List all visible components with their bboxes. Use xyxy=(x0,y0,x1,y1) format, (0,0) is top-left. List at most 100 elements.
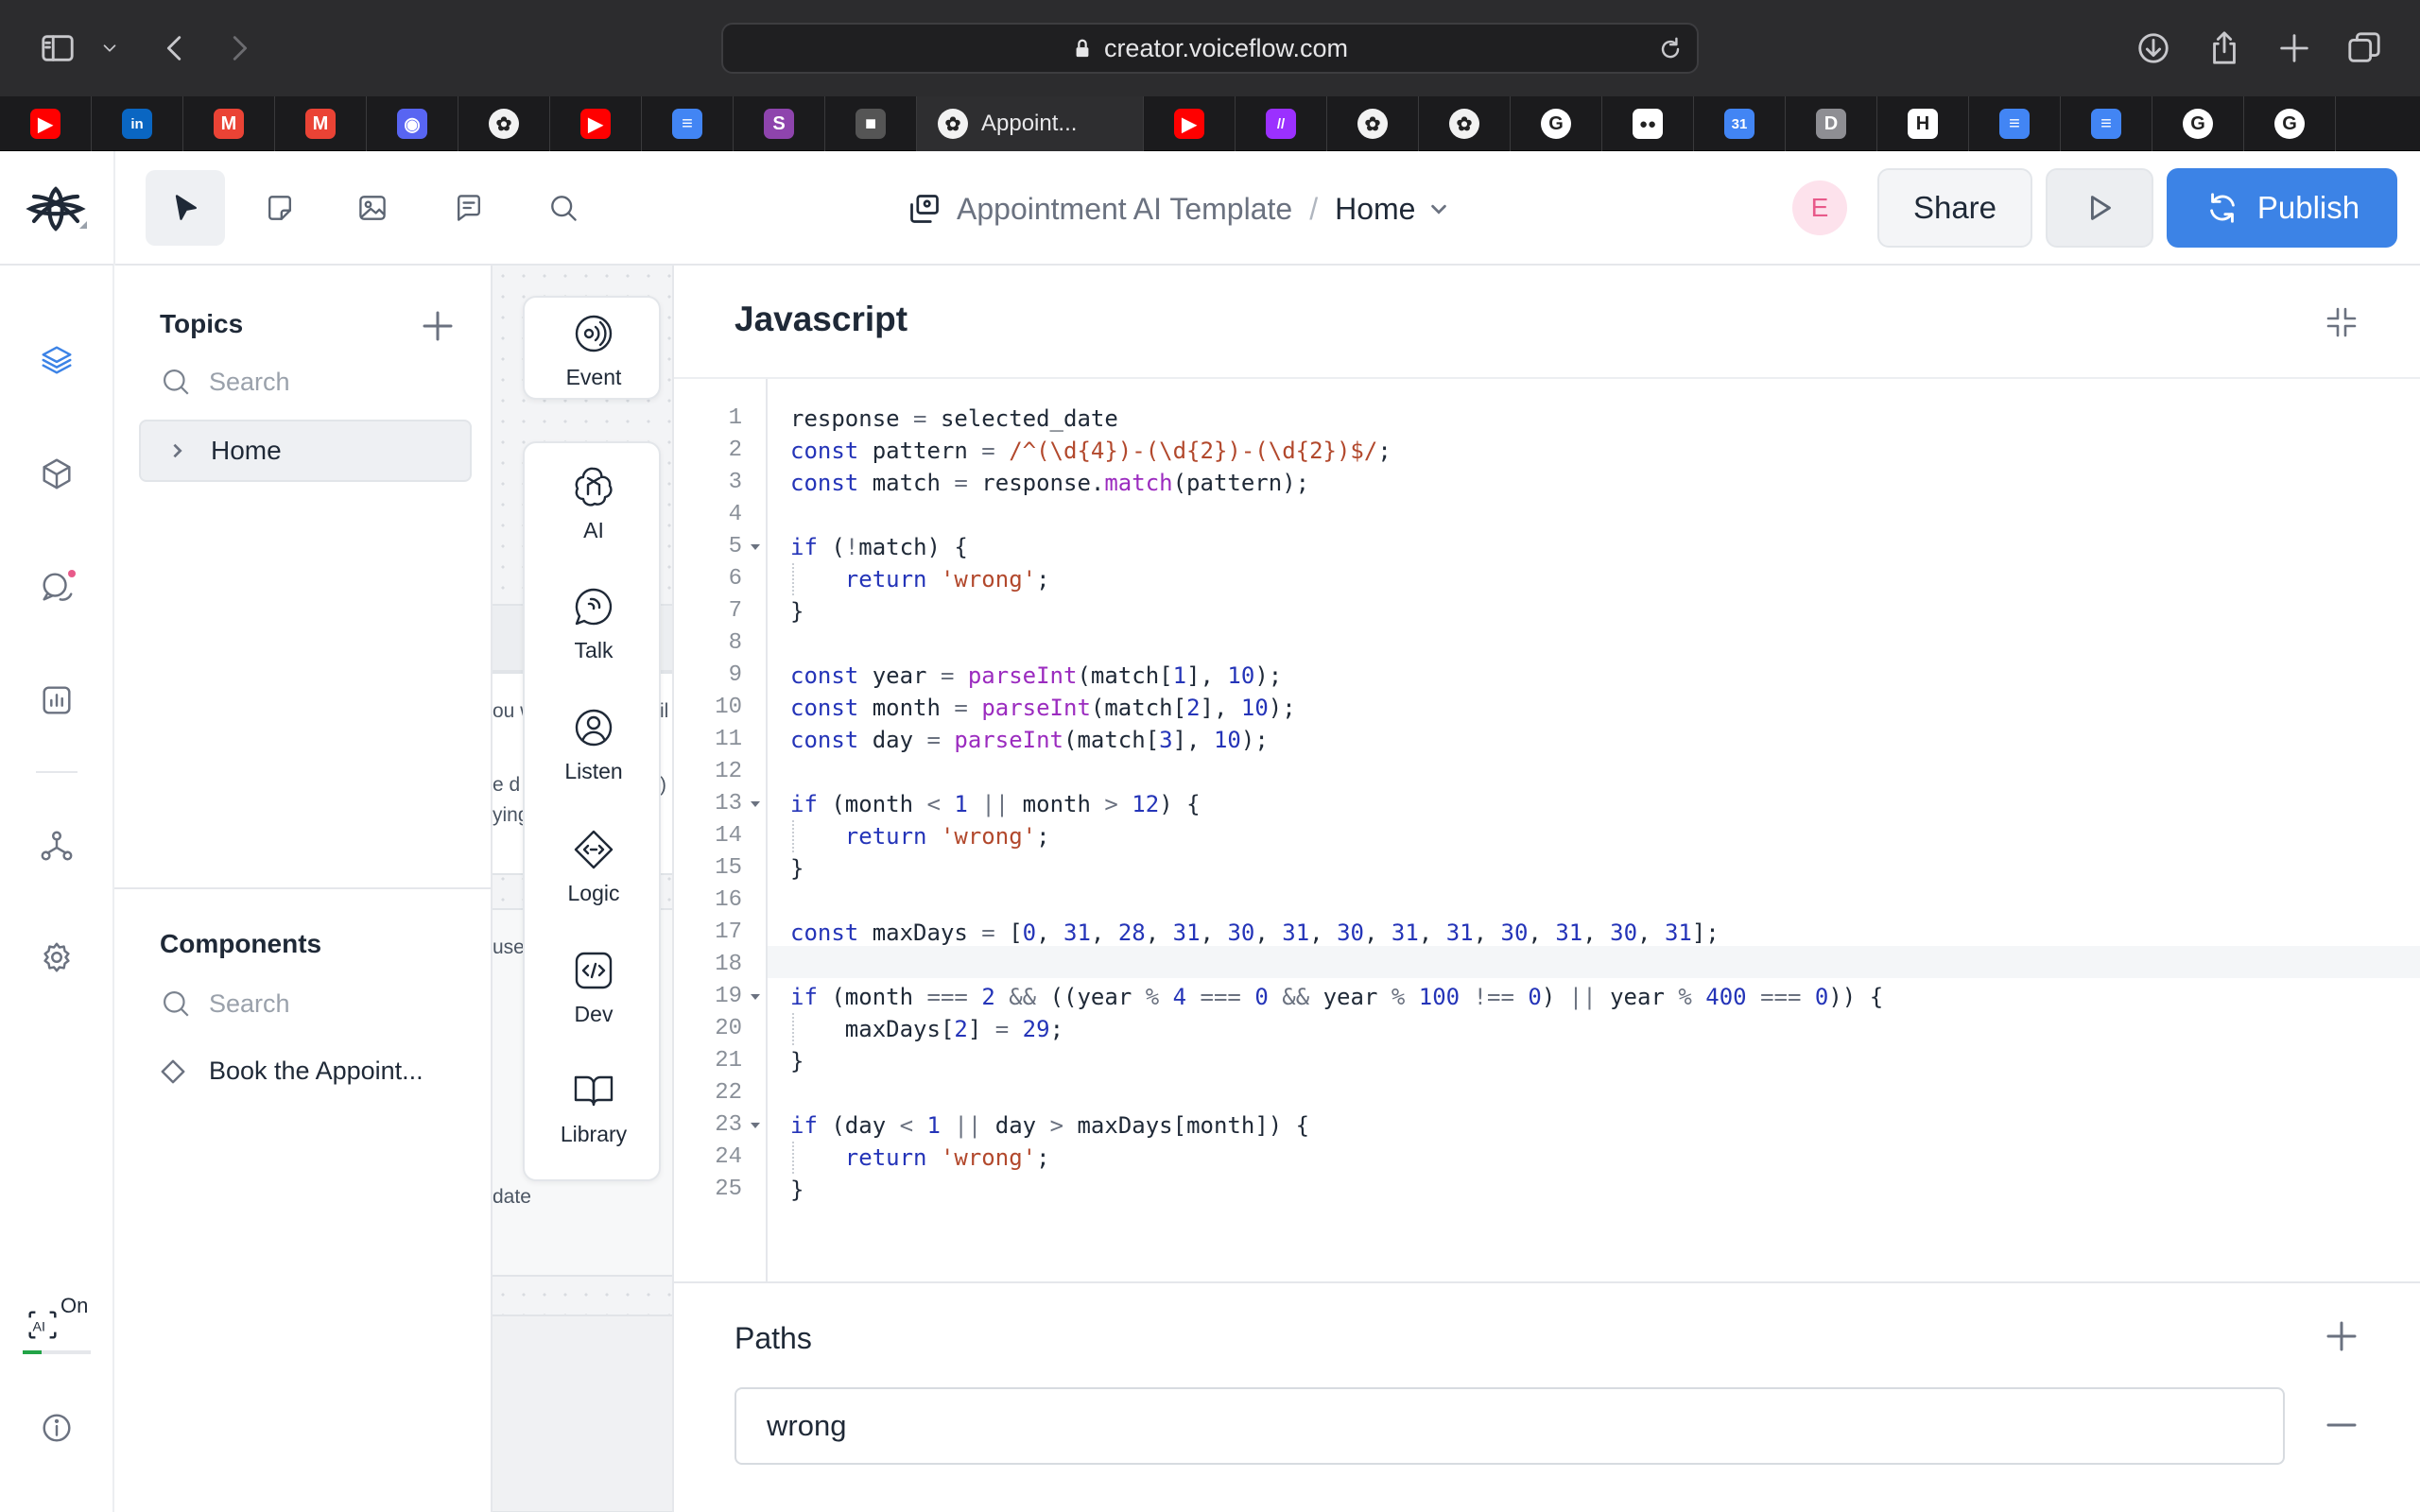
browser-tab[interactable]: // xyxy=(1236,96,1327,151)
browser-tab[interactable]: ◉ xyxy=(367,96,458,151)
components-nav-button[interactable] xyxy=(28,445,85,502)
integrations-nav-button[interactable] xyxy=(28,817,85,874)
path-name-input[interactable] xyxy=(735,1387,2285,1465)
code-line[interactable]: if (month === 2 && ((year % 4 === 0 && y… xyxy=(790,981,1883,1013)
current-page-name[interactable]: Home xyxy=(1335,192,1415,227)
browser-tab[interactable]: G xyxy=(1511,96,1602,151)
code-line[interactable]: } xyxy=(790,595,804,627)
fold-caret-icon[interactable] xyxy=(750,1120,761,1131)
palette-item-ai[interactable]: AI xyxy=(525,451,663,555)
browser-tab[interactable]: ✿ xyxy=(458,96,550,151)
topic-item-home[interactable]: Home xyxy=(139,420,472,482)
code-line[interactable]: response = selected_date xyxy=(790,403,1118,435)
browser-tab[interactable]: D xyxy=(1786,96,1877,151)
browser-tab[interactable]: S xyxy=(734,96,825,151)
run-button[interactable] xyxy=(2046,168,2153,248)
add-path-icon[interactable] xyxy=(2323,1317,2360,1355)
browser-tab[interactable]: G xyxy=(2152,96,2244,151)
share-sheet-icon[interactable] xyxy=(2201,25,2248,72)
browser-tab[interactable]: ▶ xyxy=(0,96,92,151)
publish-button[interactable]: Publish xyxy=(2167,168,2397,248)
fold-caret-icon[interactable] xyxy=(750,541,761,553)
browser-tab[interactable]: ✿ xyxy=(1327,96,1419,151)
code-line[interactable]: const year = parseInt(match[1], 10); xyxy=(790,660,1282,692)
code-line[interactable]: return 'wrong'; xyxy=(790,820,1050,852)
comment-tool-button[interactable] xyxy=(429,170,509,246)
new-tab-icon[interactable] xyxy=(2271,25,2318,72)
palette-item-event[interactable]: Event xyxy=(525,298,663,402)
select-tool-button[interactable] xyxy=(146,170,225,246)
fold-caret-icon[interactable] xyxy=(750,799,761,810)
chevron-right-icon[interactable] xyxy=(169,442,186,459)
browser-tab[interactable]: ■ xyxy=(825,96,917,151)
image-tool-button[interactable] xyxy=(333,170,412,246)
palette-item-library[interactable]: Library xyxy=(525,1055,663,1159)
fold-caret-icon[interactable] xyxy=(750,991,761,1003)
settings-nav-button[interactable] xyxy=(28,929,85,986)
browser-tab[interactable]: G xyxy=(2244,96,2336,151)
code-line[interactable]: return 'wrong'; xyxy=(790,563,1050,595)
remove-path-icon[interactable] xyxy=(2323,1406,2360,1444)
browser-tab[interactable]: ▶ xyxy=(1144,96,1236,151)
code-line[interactable]: } xyxy=(790,1174,804,1206)
tab-overview-icon[interactable] xyxy=(2341,25,2388,72)
code-line[interactable]: if (!match) { xyxy=(790,531,968,563)
canvas-block[interactable] xyxy=(493,1314,672,1512)
code-line[interactable]: const day = parseInt(match[3], 10); xyxy=(790,724,1269,756)
share-button[interactable]: Share xyxy=(1877,168,2032,248)
code-line[interactable]: if (day < 1 || day > maxDays[month]) { xyxy=(790,1109,1309,1142)
code-line[interactable]: if (month < 1 || month > 12) { xyxy=(790,788,1201,820)
browser-tab[interactable]: in xyxy=(92,96,183,151)
code-line[interactable]: const month = parseInt(match[2], 10); xyxy=(790,692,1296,724)
browser-tab[interactable]: ●● xyxy=(1602,96,1694,151)
palette-item-listen[interactable]: Listen xyxy=(525,692,663,796)
analytics-nav-button[interactable] xyxy=(28,672,85,729)
palette-item-dev[interactable]: Dev xyxy=(525,935,663,1039)
forward-arrow-icon[interactable] xyxy=(216,25,263,72)
search-tool-button[interactable] xyxy=(524,170,603,246)
download-icon[interactable] xyxy=(2130,25,2177,72)
lock-icon xyxy=(1076,39,1089,58)
browser-tab[interactable]: ≡ xyxy=(2061,96,2152,151)
browser-tab[interactable]: ▶ xyxy=(550,96,642,151)
library-icon xyxy=(574,1075,614,1106)
components-search[interactable]: Search xyxy=(160,988,290,1020)
info-nav-button[interactable] xyxy=(28,1400,85,1456)
browser-tab[interactable]: ≡ xyxy=(1969,96,2061,151)
browser-tab[interactable]: M xyxy=(183,96,275,151)
code-line[interactable]: const match = response.match(pattern); xyxy=(790,467,1309,499)
layers-nav-button[interactable] xyxy=(28,332,85,388)
note-tool-button[interactable] xyxy=(240,170,320,246)
address-bar[interactable]: creator.voiceflow.com xyxy=(721,23,1699,74)
sidebar-toggle-icon[interactable] xyxy=(34,25,81,72)
component-item[interactable]: Book the Appoint... xyxy=(160,1057,424,1086)
chevron-down-icon[interactable] xyxy=(87,25,132,72)
palette-item-talk[interactable]: Talk xyxy=(525,571,663,675)
browser-tab[interactable]: M xyxy=(275,96,367,151)
code-line[interactable]: } xyxy=(790,1045,804,1077)
reload-icon[interactable] xyxy=(1655,34,1685,64)
chevron-down-icon[interactable] xyxy=(1428,198,1449,219)
conversations-nav-button[interactable] xyxy=(28,558,85,615)
collapse-icon[interactable] xyxy=(2323,303,2360,341)
add-topic-icon[interactable] xyxy=(419,307,457,345)
code-line[interactable]: return 'wrong'; xyxy=(790,1142,1050,1174)
code-line[interactable]: maxDays[2] = 29; xyxy=(790,1013,1063,1045)
browser-tab[interactable]: 31 xyxy=(1694,96,1786,151)
voiceflow-logo-icon[interactable] xyxy=(23,180,89,238)
palette-item-logic[interactable]: Logic xyxy=(525,814,663,918)
back-arrow-icon[interactable] xyxy=(151,25,199,72)
code-line[interactable]: } xyxy=(790,852,804,885)
code-line[interactable]: const pattern = /^(\d{4})-(\d{2})-(\d{2}… xyxy=(790,435,1392,467)
browser-tab[interactable]: ≡ xyxy=(642,96,734,151)
tab-strip: ▶ in M M ◉ ✿ ▶ ≡ S ■ ✿ Appoint... ▶ // ✿ ✿ G ●● 31 D H ≡ ≡ G G xyxy=(0,96,2420,151)
topics-search[interactable]: Search xyxy=(160,366,290,398)
ai-assist-toggle[interactable]: AI On xyxy=(21,1294,96,1356)
code-line[interactable]: const maxDays = [0, 31, 28, 31, 30, 31, … xyxy=(790,917,1720,949)
browser-tab[interactable]: ✿ xyxy=(1419,96,1511,151)
project-name[interactable]: Appointment AI Template xyxy=(957,192,1292,227)
browser-tab[interactable]: ✿ Appoint... xyxy=(917,96,1144,151)
code-editor[interactable]: 1 response = selected_date 2 const pattern … xyxy=(674,379,2420,1281)
avatar[interactable]: E xyxy=(1792,180,1847,235)
browser-tab[interactable]: H xyxy=(1877,96,1969,151)
